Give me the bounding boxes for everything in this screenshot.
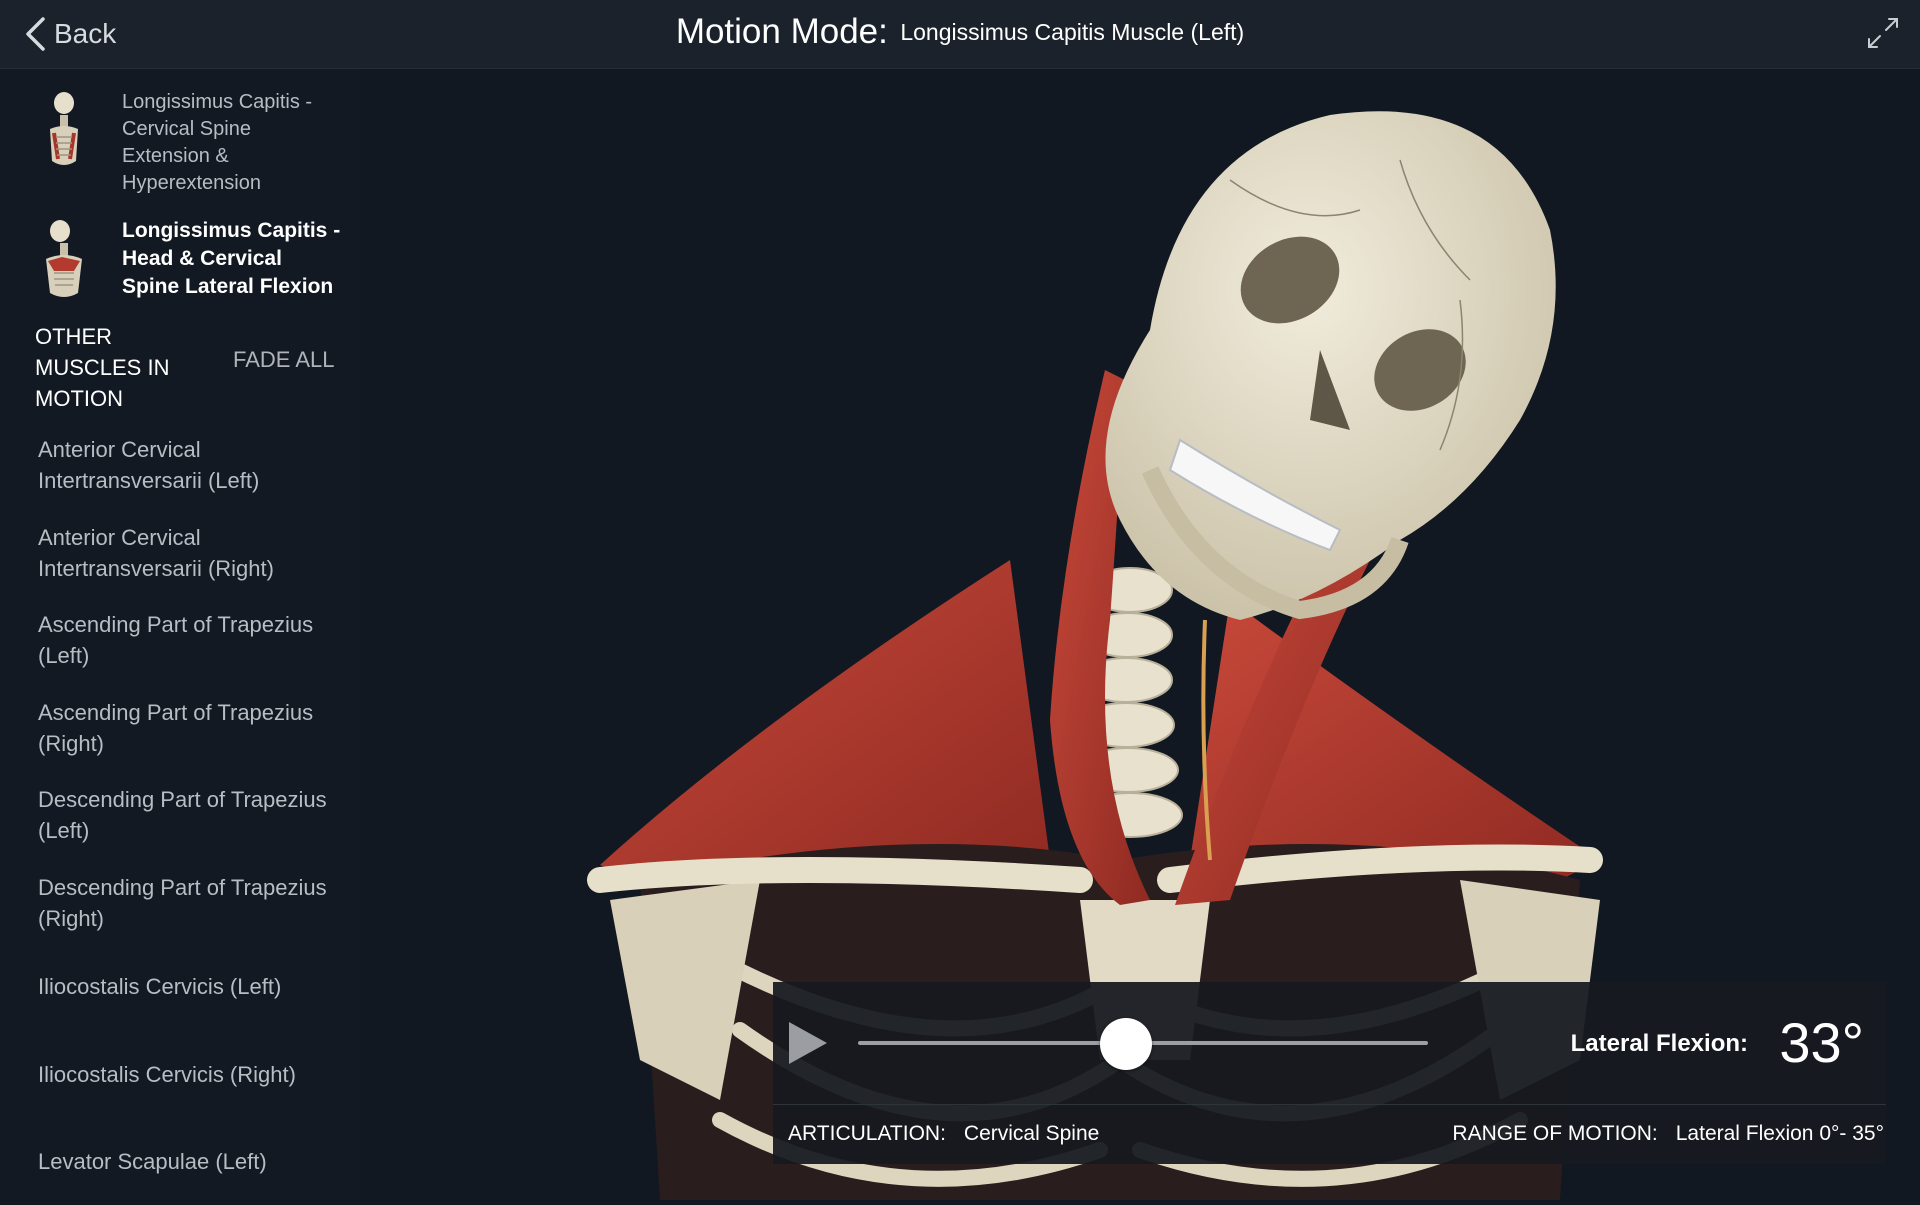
other-muscles-heading: OTHER MUSCLES IN MOTION (35, 324, 170, 411)
muscle-list-item[interactable]: Anterior Cervical Intertransversarii (Le… (38, 434, 338, 496)
articulation-value: Cervical Spine (963, 1122, 1100, 1145)
motion-label: Lateral Flexion: (1570, 1030, 1748, 1057)
muscle-list-item[interactable]: Descending Part of Trapezius (Right) (38, 872, 338, 934)
muscle-list-item[interactable]: Iliocostalis Cervicis (Left) (38, 971, 338, 1002)
motion-item-lateral-flexion[interactable]: Longissimus Capitis - Head & Cervical Sp… (36, 217, 342, 303)
mode-label: Motion Mode: (675, 12, 888, 51)
play-icon[interactable] (787, 1020, 829, 1066)
muscle-list-item[interactable]: Iliocostalis Cervicis (Right) (38, 1059, 338, 1090)
panel-divider (773, 1104, 1886, 1105)
sidebar: Longissimus Capitis - Cervical Spine Ext… (0, 69, 360, 1200)
page-title: Motion Mode: Longissimus Capitis Muscle … (0, 12, 1920, 52)
skeleton-thumbnail-icon (50, 92, 78, 165)
articulation-info: ARTICULATION: Cervical Spine (788, 1122, 1099, 1146)
skeleton-thumbnail-icon (46, 220, 82, 297)
muscle-name: Longissimus Capitis Muscle (Left) (900, 18, 1245, 45)
motion-slider-handle[interactable] (1099, 1018, 1152, 1070)
muscle-list-item[interactable]: Descending Part of Trapezius (Left) (38, 784, 338, 846)
motion-item-label: Longissimus Capitis - Cervical Spine Ext… (122, 91, 313, 194)
motion-item-label: Longissimus Capitis - Head & Cervical Sp… (122, 219, 341, 298)
motion-item-extension[interactable]: Longissimus Capitis - Cervical Spine Ext… (36, 89, 342, 197)
muscle-list-item[interactable]: Ascending Part of Trapezius (Right) (38, 697, 338, 759)
expand-icon[interactable] (1866, 16, 1900, 50)
muscle-list-item[interactable]: Levator Scapulae (Left) (38, 1146, 338, 1177)
muscle-list-item[interactable]: Anterior Cervical Intertransversarii (Ri… (38, 522, 338, 584)
motion-value: 33° (1779, 1011, 1864, 1074)
articulation-label: ARTICULATION: (788, 1122, 946, 1145)
range-of-motion-info: RANGE OF MOTION: Lateral Flexion 0°- 35° (1452, 1122, 1884, 1146)
fade-all-button[interactable]: FADE ALL (233, 347, 335, 373)
range-label: RANGE OF MOTION: (1452, 1122, 1658, 1145)
muscle-list-item[interactable]: Ascending Part of Trapezius (Left) (38, 609, 338, 671)
top-bar: Back Motion Mode: Longissimus Capitis Mu… (0, 0, 1920, 69)
range-value: Lateral Flexion 0°- 35° (1675, 1122, 1884, 1145)
motion-control-panel: Lateral Flexion: 33° ARTICULATION: Cervic… (773, 982, 1886, 1164)
